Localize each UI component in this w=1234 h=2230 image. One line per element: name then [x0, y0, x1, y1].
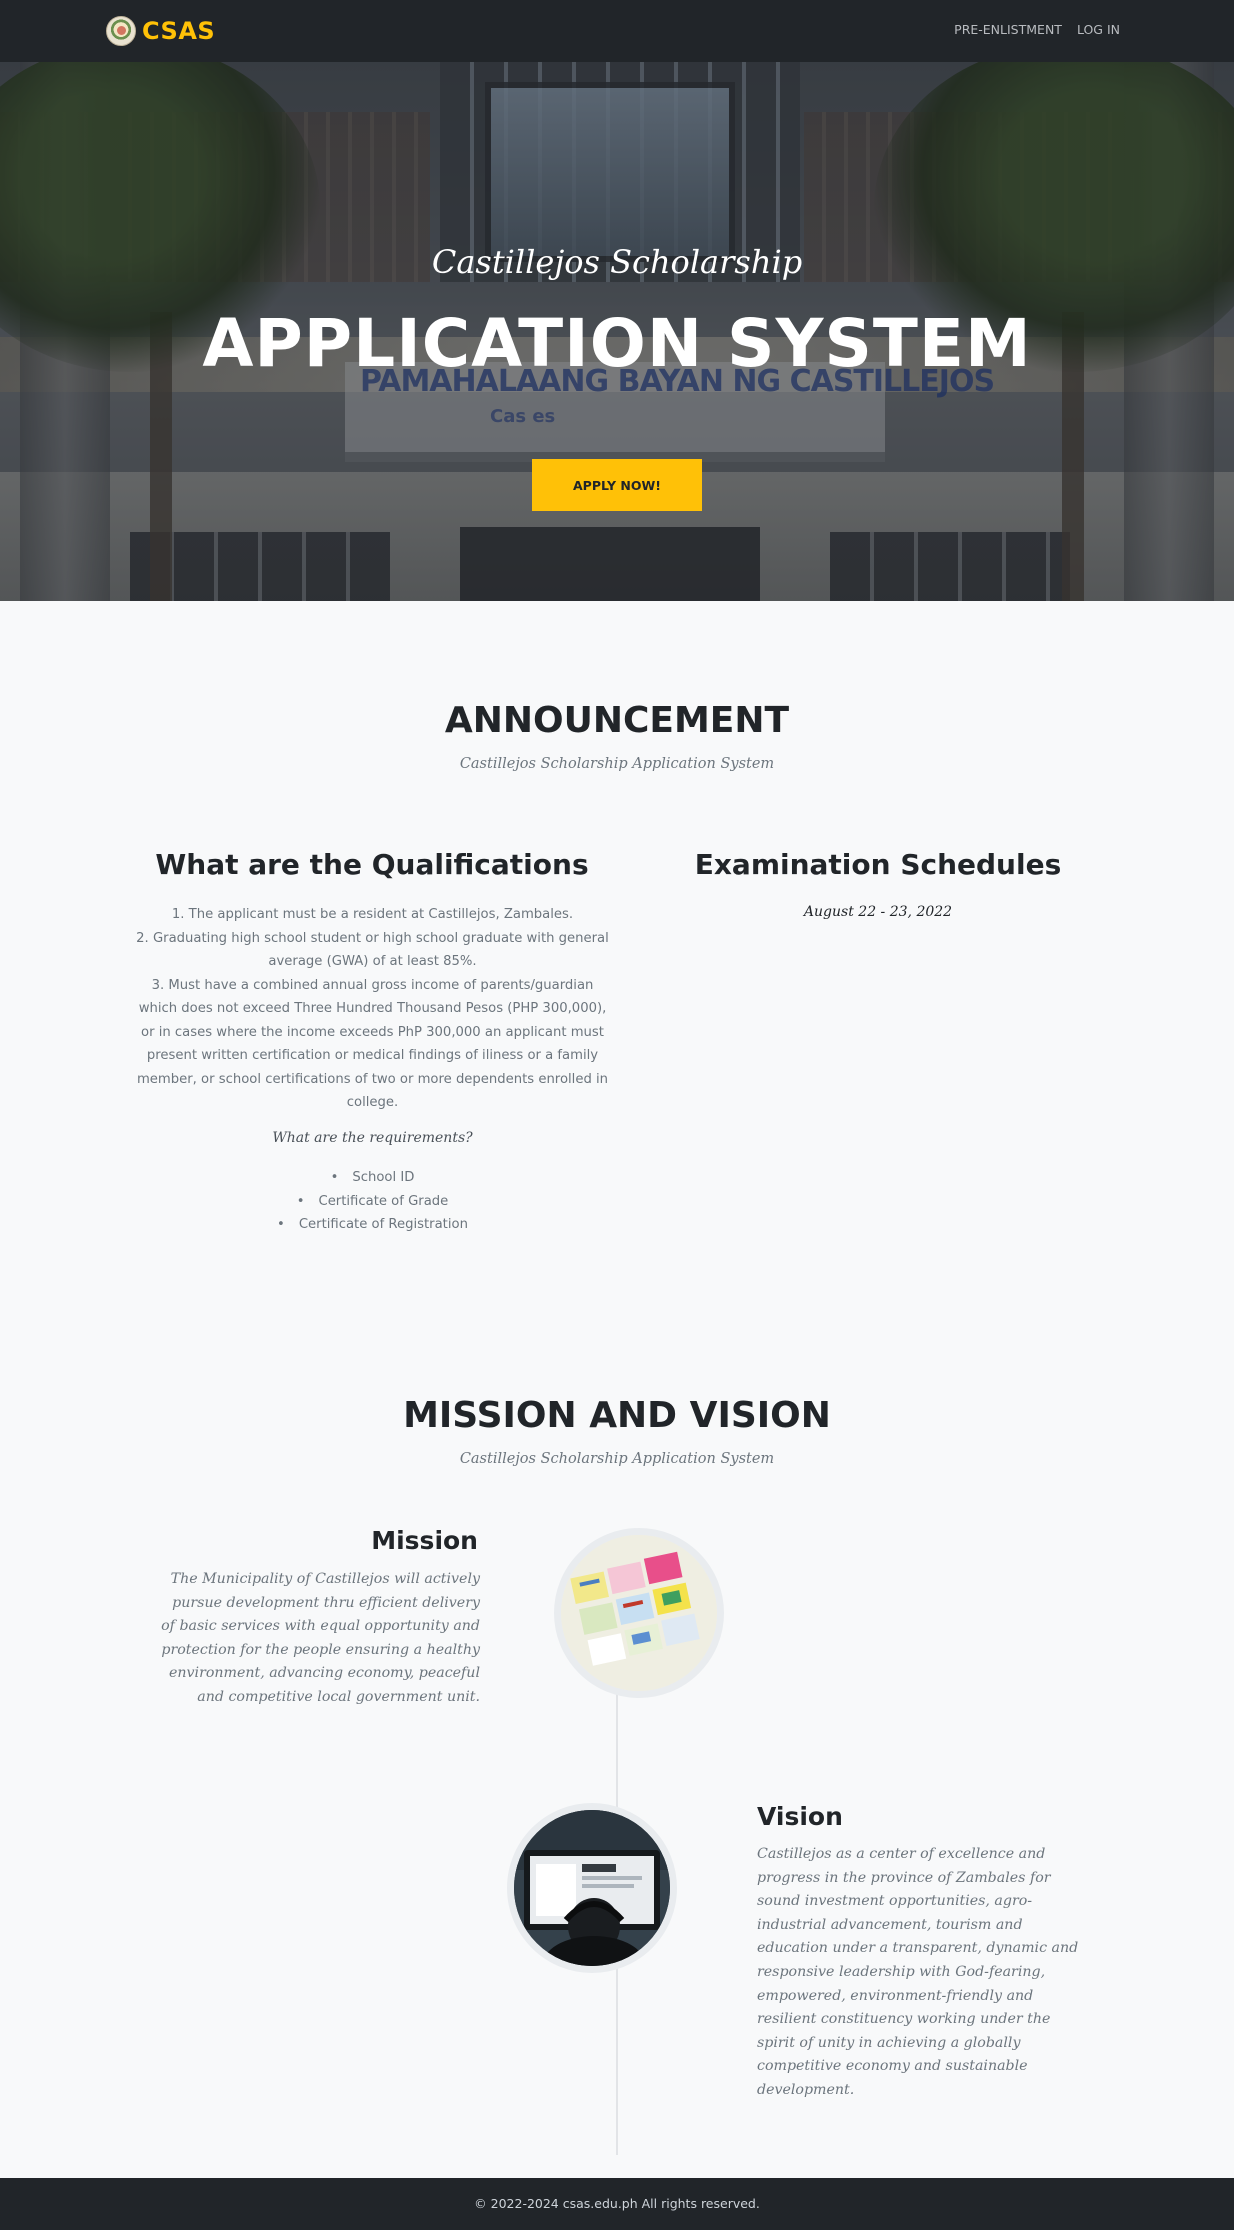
exam-schedules-title: Examination Schedules: [694, 848, 1062, 881]
footer: © 2022-2024 csas.edu.ph All rights reser…: [0, 2178, 1234, 2230]
list-item: 1. The applicant must be a resident at C…: [171, 907, 574, 922]
person-at-computer-photo-icon: [514, 1810, 670, 1966]
hero-subtitle: Castillejos Scholarship: [431, 243, 803, 281]
municipal-seal-logo-icon: [106, 16, 136, 46]
announcement-title: ANNOUNCEMENT: [444, 700, 790, 741]
qualifications-list: 1. The applicant must be a resident at C…: [135, 903, 610, 1115]
list-item: 2. Graduating high school student or hig…: [136, 930, 609, 970]
requirements-title: What are the requirements?: [272, 1130, 473, 1146]
vision-image: [507, 1803, 677, 1973]
mission-image: [554, 1528, 724, 1698]
brand-link[interactable]: CSAS: [106, 16, 215, 46]
mission-vision-title: MISSION AND VISION: [403, 1395, 831, 1436]
vision-text: Castillejos as a center of excellence an…: [757, 1846, 1079, 2098]
copyright-text: © 2022-2024 csas.edu.ph All rights reser…: [474, 2196, 760, 2211]
mission-text: The Municipality of Castillejos will act…: [161, 1571, 480, 1705]
navbar: CSAS PRE-ENLISTMENT LOG IN: [0, 0, 1234, 62]
nav-link-log-in[interactable]: LOG IN: [1077, 22, 1120, 37]
list-item: School ID: [135, 1166, 610, 1190]
brand-name: CSAS: [142, 17, 216, 45]
exam-date: August 22 - 23, 2022: [803, 904, 953, 920]
mission-vision-subtitle: Castillejos Scholarship Application Syst…: [459, 1451, 775, 1467]
vision-heading: Vision: [757, 1802, 843, 1831]
requirements-list: School ID Certificate of Grade Certifica…: [135, 1166, 610, 1237]
nav-link-pre-enlistment[interactable]: PRE-ENLISTMENT: [954, 22, 1062, 37]
qualifications-title: What are the Qualifications: [155, 848, 589, 881]
mission-heading: Mission: [371, 1526, 478, 1555]
list-item: Certificate of Registration: [135, 1213, 610, 1237]
hero-section: PAMAHALAANG BAYAN NG CASTILLEJOS Cas es …: [0, 62, 1234, 601]
announcement-subtitle: Castillejos Scholarship Application Syst…: [459, 756, 775, 772]
nav-links: PRE-ENLISTMENT LOG IN: [954, 22, 1120, 37]
list-item: 3. Must have a combined annual gross inc…: [136, 977, 609, 1111]
apply-now-button[interactable]: APPLY NOW!: [532, 459, 702, 511]
list-item: Certificate of Grade: [135, 1190, 610, 1214]
hero-title: APPLICATION SYSTEM: [202, 305, 1032, 382]
documents-photo-icon: [561, 1535, 717, 1691]
